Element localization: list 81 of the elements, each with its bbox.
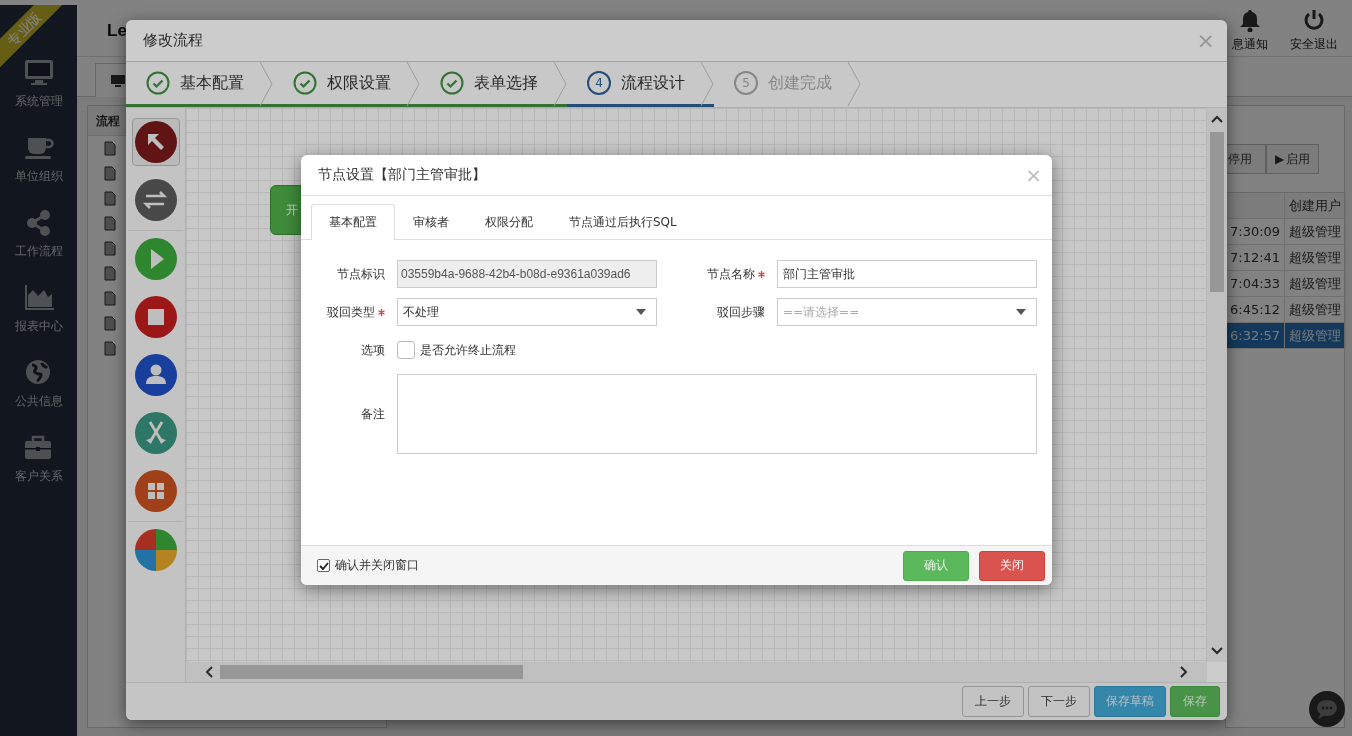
checkbox-label: 是否允许终止流程 (420, 341, 516, 359)
tool-button[interactable] (131, 118, 180, 166)
dialog-tab[interactable]: 基本配置 (311, 204, 395, 240)
dialog-tab[interactable]: 审核者 (395, 204, 467, 240)
field-label: 节点标识 (337, 265, 385, 283)
modal-button[interactable]: 下一步 (1028, 686, 1090, 717)
scroll-down-icon[interactable] (1211, 646, 1223, 656)
readonly-field[interactable]: 03559b4a-9688-42b4-b08d-e9361a039ad6 (397, 260, 657, 288)
scroll-left-icon[interactable] (204, 666, 214, 678)
sidebar-item[interactable]: 报表中心 (14, 282, 63, 341)
quadrant-tool-icon[interactable] (134, 529, 177, 571)
toolbar-button[interactable]: ▶ 启用 (1266, 144, 1320, 174)
required-icon (378, 308, 385, 316)
toolbar-button[interactable]: 停用 (1226, 144, 1266, 174)
app-title: Le (107, 20, 127, 41)
sidebar-item[interactable]: 工作流程 (14, 207, 63, 266)
table-row[interactable]: 6:32:57 超级管理 (1226, 323, 1344, 349)
chat-icon[interactable] (1309, 691, 1345, 727)
table-cell: 超级管理 (1285, 245, 1346, 270)
table-cell: 超级管理 (1285, 271, 1346, 296)
file-icon (104, 316, 116, 331)
wizard-step[interactable]: 5 创建完成 (714, 62, 861, 107)
monitor-icon (110, 73, 126, 88)
user-tool-icon[interactable] (134, 354, 177, 396)
field-label: 节点名称 (707, 265, 755, 283)
grid-tool-icon[interactable] (134, 470, 177, 512)
step-number: 5 (734, 71, 758, 95)
caret-icon (636, 309, 646, 315)
sidebar-item[interactable]: 客户关系 (14, 432, 63, 491)
file-icon (104, 166, 116, 181)
table-cell: 超级管理 (1285, 297, 1346, 322)
stop-tool-icon[interactable] (134, 296, 177, 338)
field-label: 备注 (361, 405, 385, 423)
checkbox-label: 确认并关闭窗口 (335, 557, 419, 574)
scrollbar-thumb[interactable] (220, 665, 523, 679)
modal-button[interactable]: 上一步 (962, 686, 1024, 717)
textarea-field[interactable] (397, 374, 1037, 454)
file-icon (104, 191, 116, 206)
dialog-tab[interactable]: 权限分配 (467, 204, 551, 240)
checkbox[interactable] (397, 341, 415, 359)
required-icon (758, 270, 765, 278)
check-icon (293, 71, 317, 95)
file-icon (104, 241, 116, 256)
field-label: 选项 (361, 341, 385, 359)
step-number: 4 (587, 71, 611, 95)
power-icon (1303, 8, 1325, 32)
file-icon (104, 216, 116, 231)
dialog-tab[interactable]: 节点通过后执行SQL (551, 204, 695, 240)
modal-button[interactable]: 保存草稿 (1094, 686, 1166, 717)
file-icon (104, 141, 116, 156)
file-icon (104, 291, 116, 306)
scrollbar-thumb[interactable] (1210, 132, 1224, 292)
check-icon (440, 71, 464, 95)
split-tool-icon[interactable] (134, 412, 177, 454)
modal-title: 修改流程 (143, 31, 203, 50)
scroll-up-icon[interactable] (1211, 114, 1223, 124)
sidebar-item[interactable]: 单位组织 (14, 132, 63, 191)
caret-icon (1016, 309, 1026, 315)
select-field[interactable]: ==请选择== (777, 298, 1037, 326)
field-label: 驳回步骤 (717, 303, 765, 321)
file-icon (104, 341, 116, 356)
play-tool-icon[interactable] (134, 238, 177, 280)
sidebar-item[interactable]: 系统管理 (14, 57, 63, 116)
scroll-right-icon[interactable] (1179, 666, 1189, 678)
dialog-button[interactable]: 确认 (903, 550, 969, 581)
check-icon (146, 71, 170, 95)
dialog-title: 节点设置【部门主管审批】 (318, 166, 486, 184)
bell-icon (1239, 8, 1261, 32)
sidebar-item[interactable]: 公共信息 (14, 357, 63, 416)
arrows-tool-icon[interactable] (134, 179, 177, 221)
table-cell: 超级管理 (1285, 323, 1346, 348)
file-icon (104, 266, 116, 281)
table-cell: 超级管理 (1285, 219, 1346, 244)
select-field[interactable]: 不处理 (397, 298, 657, 326)
field-label: 驳回类型 (327, 303, 375, 321)
header-action[interactable]: 息通知 (1232, 8, 1268, 53)
pointer-tool-icon (134, 121, 177, 163)
header-action[interactable]: 安全退出 (1290, 8, 1338, 53)
input-field[interactable]: 部门主管审批 (777, 260, 1037, 288)
dialog-button[interactable]: 关闭 (979, 550, 1045, 581)
checkbox[interactable] (317, 559, 330, 572)
